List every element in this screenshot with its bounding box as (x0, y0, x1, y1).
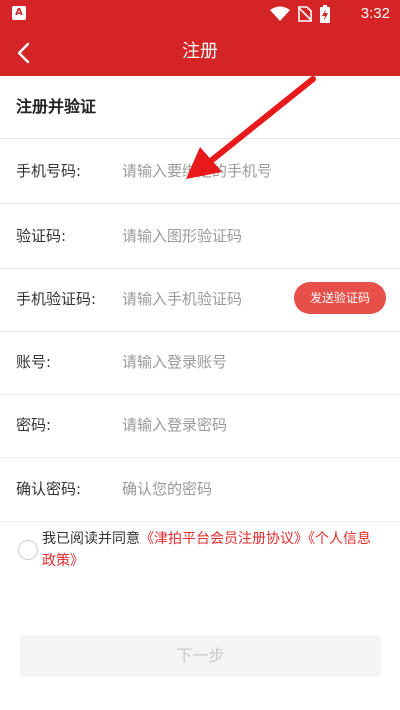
next-button[interactable]: 下一步 (20, 635, 381, 677)
agree-checkbox[interactable] (18, 540, 38, 560)
app-notification-icon: A (12, 6, 26, 20)
page-title: 注册 (182, 41, 218, 62)
status-icons (270, 5, 330, 23)
chevron-left-icon (17, 42, 30, 64)
password-label: 密码: (16, 416, 52, 434)
confirm-password-label: 确认密码: (16, 480, 82, 498)
section-title: 注册并验证 (16, 97, 97, 116)
phone-input[interactable] (122, 153, 372, 189)
sms-code-label: 手机验证码: (16, 290, 97, 308)
wifi-icon (270, 6, 290, 21)
account-label: 账号: (16, 353, 52, 371)
captcha-label: 验证码: (16, 227, 67, 245)
agreement: 我已阅读并同意《津拍平台会员注册协议》《个人信息政策》 (18, 528, 388, 578)
sms-code-row: 手机验证码: 发送验证码 (0, 267, 400, 332)
send-code-button[interactable]: 发送验证码 (294, 282, 386, 314)
account-row: 账号: (0, 330, 400, 395)
status-time: 3:32 (360, 5, 390, 22)
agreement-prefix: 我已阅读并同意 (42, 531, 140, 547)
password-row: 密码: (0, 393, 400, 458)
confirm-password-row: 确认密码: (0, 457, 400, 522)
member-agreement-link[interactable]: 《津拍平台会员注册协议》 (140, 531, 308, 547)
password-input[interactable] (122, 407, 372, 443)
account-input[interactable] (122, 344, 372, 380)
no-sim-icon (298, 6, 312, 22)
sms-code-input[interactable] (122, 281, 282, 317)
confirm-password-input[interactable] (122, 471, 372, 507)
phone-label: 手机号码: (16, 162, 82, 180)
back-button[interactable] (6, 32, 46, 72)
captcha-row: 验证码: (0, 204, 400, 269)
phone-row: 手机号码: (0, 139, 400, 204)
status-bar: A 3:32 (0, 0, 400, 28)
agreement-text: 我已阅读并同意《津拍平台会员注册协议》《个人信息政策》 (42, 528, 382, 572)
battery-charging-icon (320, 5, 330, 23)
captcha-input[interactable] (122, 218, 372, 254)
app-bar: 注册 (0, 28, 400, 76)
